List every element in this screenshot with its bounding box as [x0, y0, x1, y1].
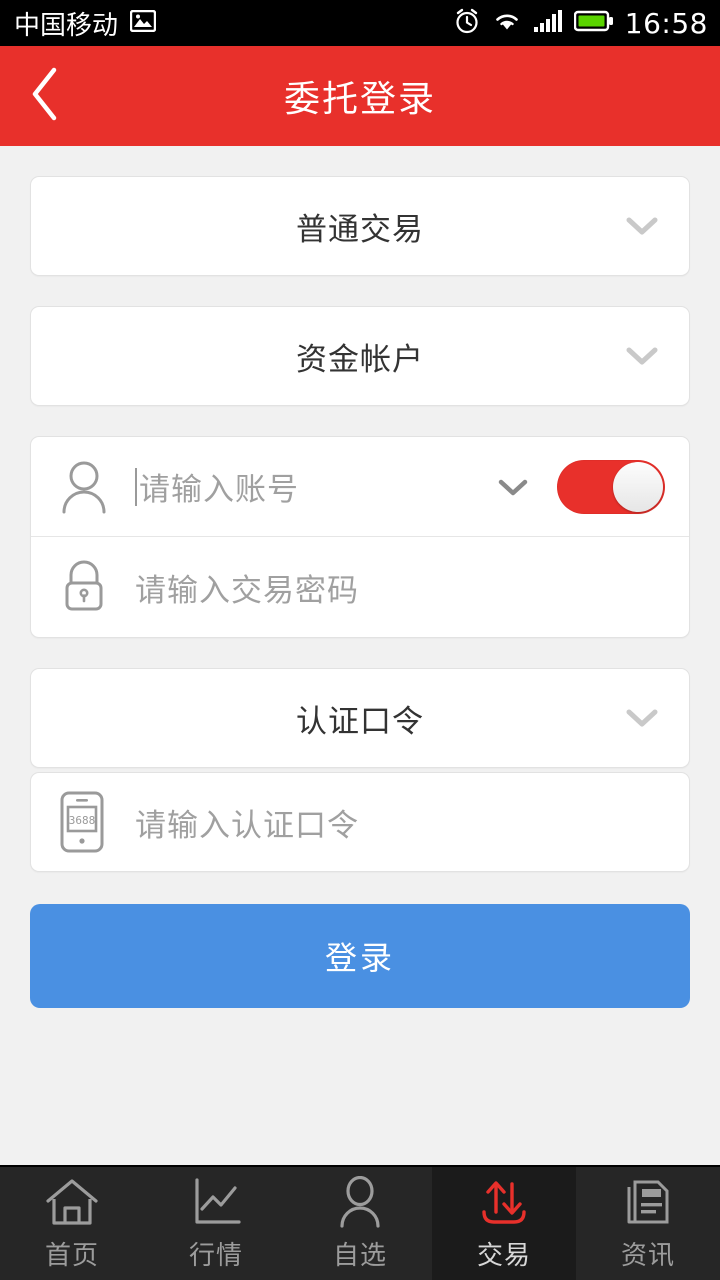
bottom-tabbar: 首页 行情 自选 交易 资讯 [0, 1165, 720, 1280]
tab-home-label: 首页 [44, 1241, 99, 1271]
tab-quotes-label: 行情 [188, 1241, 243, 1271]
image-icon [129, 9, 157, 36]
token-device-icon: 3688 [59, 791, 121, 853]
password-placeholder: 请输入交易密码 [135, 572, 359, 609]
chart-icon [189, 1175, 243, 1229]
token-input[interactable]: 请输入认证口令 [121, 800, 665, 845]
tab-trade-label: 交易 [476, 1241, 531, 1271]
chevron-left-icon [28, 66, 62, 126]
password-row: 请输入交易密码 [31, 537, 689, 637]
wifi-icon [492, 9, 522, 37]
app-screen: 中国移动 16:58 委托登录 普通交易 资金帐户 请输入账号 请输入交易密码 … [0, 0, 720, 1280]
tab-watchlist[interactable]: 自选 [288, 1167, 432, 1280]
tab-trade[interactable]: 交易 [432, 1167, 576, 1280]
status-bar-right: 16:58 [453, 7, 708, 40]
tab-watchlist-label: 自选 [332, 1241, 387, 1271]
tab-home[interactable]: 首页 [0, 1167, 144, 1280]
tab-quotes[interactable]: 行情 [144, 1167, 288, 1280]
trade-type-select[interactable]: 普通交易 [30, 176, 690, 276]
tab-news[interactable]: 资讯 [576, 1167, 720, 1280]
account-history-chevron-down-icon[interactable] [497, 477, 529, 497]
tab-news-label: 资讯 [620, 1241, 675, 1271]
account-type-value: 资金帐户 [296, 341, 424, 378]
token-placeholder: 请输入认证口令 [135, 807, 359, 844]
back-button[interactable] [0, 46, 90, 146]
token-type-value: 认证口令 [296, 703, 424, 740]
page-title: 委托登录 [283, 79, 436, 120]
lock-icon [59, 559, 121, 615]
login-button[interactable]: 登录 [30, 904, 690, 1008]
person-icon [336, 1175, 384, 1229]
account-row: 请输入账号 [31, 437, 689, 537]
trade-type-value: 普通交易 [296, 211, 424, 248]
carrier-label: 中国移动 [14, 10, 119, 41]
password-input[interactable]: 请输入交易密码 [121, 565, 665, 610]
status-clock: 16:58 [624, 6, 708, 40]
alarm-icon [453, 7, 481, 39]
chevron-down-icon [625, 215, 659, 237]
chevron-down-icon [625, 345, 659, 367]
battery-icon [573, 10, 614, 36]
save-account-toggle[interactable] [557, 459, 665, 514]
news-icon [622, 1175, 674, 1229]
main-content: 普通交易 资金帐户 请输入账号 请输入交易密码 认证口令 3688 请输入认证口… [0, 146, 720, 1008]
toggle-knob [613, 461, 663, 512]
token-type-select[interactable]: 认证口令 [30, 668, 690, 768]
trade-arrows-icon [475, 1175, 533, 1229]
app-header: 委托登录 [0, 46, 720, 146]
status-bar: 中国移动 16:58 [0, 0, 720, 46]
signal-icon [533, 9, 563, 37]
status-bar-left: 中国移动 [14, 5, 157, 42]
home-icon [44, 1175, 100, 1229]
person-icon [59, 460, 121, 514]
account-placeholder: 请输入账号 [139, 472, 299, 508]
account-input[interactable]: 请输入账号 [121, 464, 497, 509]
chevron-down-icon [625, 707, 659, 729]
credentials-card: 请输入账号 请输入交易密码 [30, 436, 690, 638]
account-type-select[interactable]: 资金帐户 [30, 306, 690, 406]
text-caret [135, 467, 137, 506]
token-row: 3688 请输入认证口令 [30, 772, 690, 872]
token-display-value: 3688 [69, 814, 96, 827]
